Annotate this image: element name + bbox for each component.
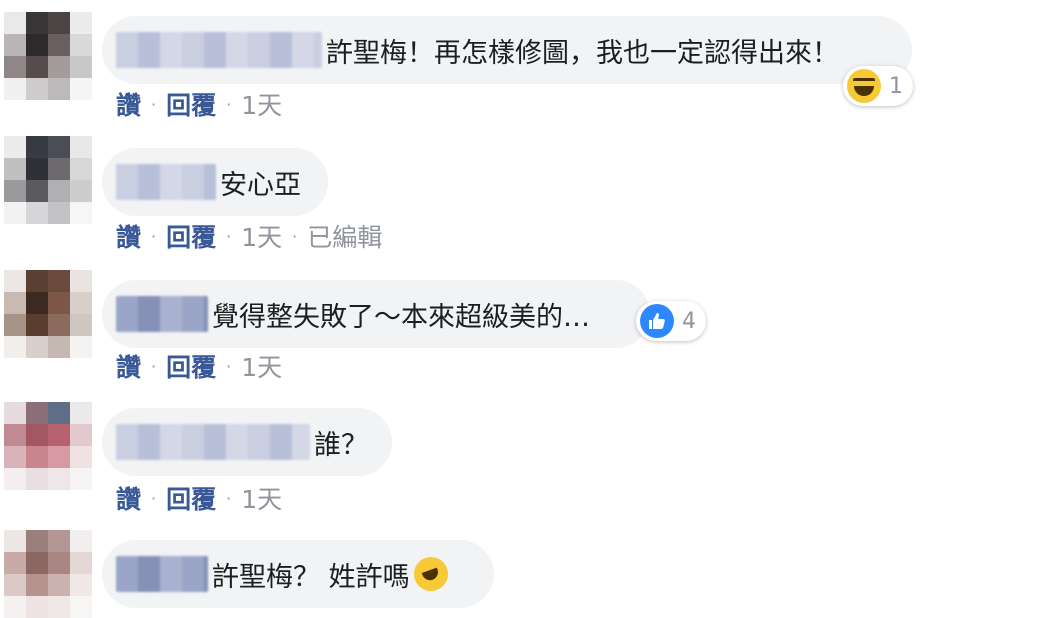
comment-bubble: 安心亞	[102, 148, 328, 216]
avatar[interactable]	[4, 12, 92, 100]
avatar[interactable]	[4, 270, 92, 358]
separator: ·	[226, 356, 232, 376]
commenter-name[interactable]	[116, 32, 322, 68]
comment-text: 誰？	[314, 429, 368, 461]
comment-actions: 讚 · 回覆 · 1天	[116, 86, 282, 122]
separator: ·	[151, 356, 157, 376]
reply-button[interactable]: 回覆	[166, 218, 216, 254]
comment-actions: 讚 · 回覆 · 1天	[116, 348, 282, 384]
like-button[interactable]: 讚	[116, 218, 141, 254]
avatar[interactable]	[4, 530, 92, 618]
laughing-emoji-icon	[413, 557, 448, 591]
timestamp[interactable]: 1天	[241, 86, 282, 122]
separator: ·	[151, 94, 157, 114]
separator: ·	[226, 226, 232, 246]
like-button[interactable]: 讚	[116, 348, 141, 384]
comment-text: 安心亞	[220, 169, 301, 201]
edited-label[interactable]: 已編輯	[307, 218, 382, 254]
timestamp[interactable]: 1天	[241, 348, 282, 384]
comment-text: 許聖梅？ 姓許嗎	[212, 561, 410, 593]
reply-button[interactable]: 回覆	[166, 480, 216, 516]
reaction-summary[interactable]: 1	[843, 66, 913, 106]
commenter-name[interactable]	[116, 556, 208, 592]
comment-bubble: 許聖梅？ 姓許嗎	[102, 540, 494, 608]
separator: ·	[226, 94, 232, 114]
separator: ·	[151, 226, 157, 246]
like-thumb-icon	[640, 304, 674, 338]
comment-actions: 讚 · 回覆 · 1天 · 已編輯	[116, 218, 382, 254]
commenter-name[interactable]	[116, 296, 208, 332]
separator: ·	[151, 488, 157, 508]
commenter-name[interactable]	[116, 164, 216, 200]
separator: ·	[292, 226, 298, 246]
comment-text: 覺得整失敗了～本來超級美的…	[212, 301, 590, 333]
separator: ·	[226, 488, 232, 508]
comment-bubble: 誰？	[102, 408, 392, 476]
reaction-summary[interactable]: 4	[636, 301, 706, 341]
comment-bubble: 許聖梅！再怎樣修圖，我也一定認得出來！	[102, 16, 912, 84]
reply-button[interactable]: 回覆	[166, 348, 216, 384]
like-button[interactable]: 讚	[116, 86, 141, 122]
reply-button[interactable]: 回覆	[166, 86, 216, 122]
comment-text: 許聖梅！再怎樣修圖，我也一定認得出來！	[326, 37, 839, 69]
reaction-count: 1	[889, 73, 903, 99]
timestamp[interactable]: 1天	[241, 218, 282, 254]
comment-bubble: 覺得整失敗了～本來超級美的…	[102, 280, 650, 348]
avatar[interactable]	[4, 402, 92, 490]
avatar[interactable]	[4, 136, 92, 224]
haha-emoji-icon	[847, 69, 881, 103]
commenter-name[interactable]	[116, 424, 310, 460]
timestamp[interactable]: 1天	[241, 480, 282, 516]
like-button[interactable]: 讚	[116, 480, 141, 516]
reaction-count: 4	[682, 308, 696, 334]
comment-actions: 讚 · 回覆 · 1天	[116, 480, 282, 516]
